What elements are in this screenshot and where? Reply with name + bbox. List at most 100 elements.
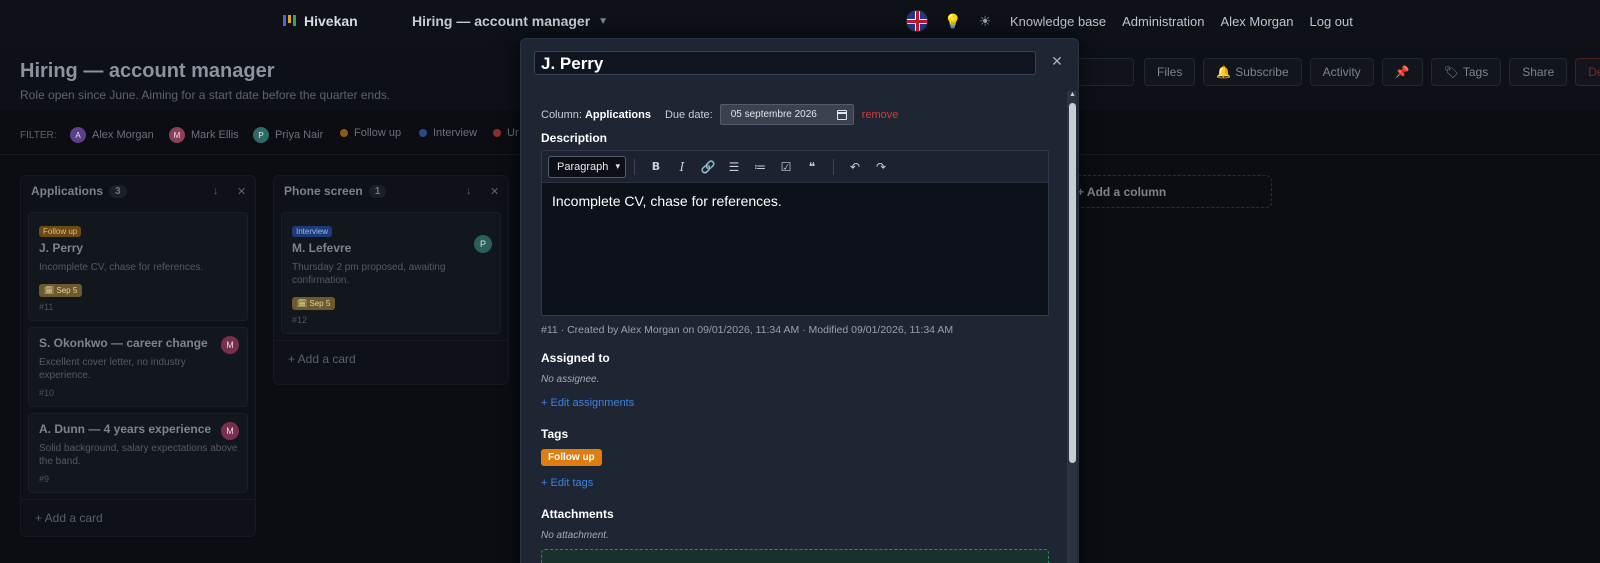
delete-board-button[interactable]: Delete xyxy=(1575,58,1600,86)
tag-color-dot xyxy=(340,129,348,137)
attachments-heading: Attachments xyxy=(541,507,614,521)
files-button[interactable]: Files xyxy=(1144,58,1196,86)
filter-chip-urgent[interactable]: Ur xyxy=(493,127,519,139)
filter-label: FILTER: xyxy=(20,130,57,141)
column-value: Applications xyxy=(584,108,651,121)
card-s-okonkwo[interactable]: S. Okonkwo — career change Excellent cov… xyxy=(28,327,248,407)
column-applications: Applications 3 ↓ ✕ Follow up J. Perry In… xyxy=(20,175,256,537)
column-phone-screen: Phone screen 1 ↓ ✕ Interview M. Lefevre … xyxy=(273,175,509,385)
add-card-button[interactable]: + Add a card xyxy=(274,340,508,376)
card-title: J. Perry xyxy=(39,241,84,255)
card-j-perry[interactable]: Follow up J. Perry Incomplete CV, chase … xyxy=(28,212,248,321)
board-switcher[interactable]: Hiring — account manager ▼ xyxy=(412,13,608,29)
chevron-down-icon: ▼ xyxy=(598,15,609,27)
card-description: Incomplete CV, chase for references. xyxy=(39,262,204,273)
calendar-icon[interactable] xyxy=(836,109,847,120)
scrollbar-thumb[interactable] xyxy=(1069,103,1076,463)
filter-chip-alex-morgan[interactable]: A Alex Morgan xyxy=(70,127,154,143)
link-icon[interactable]: 🔗 xyxy=(695,160,721,174)
card-description: Thursday 2 pm proposed, awaiting confirm… xyxy=(292,262,446,286)
logo-icon xyxy=(283,15,296,27)
description-text[interactable]: Incomplete CV, chase for references. xyxy=(542,183,1048,219)
avatar: A xyxy=(70,127,86,143)
card-title-input[interactable]: J. Perry xyxy=(534,51,1036,75)
sort-icon[interactable]: ↓ xyxy=(466,185,472,197)
app-name: Hivekan xyxy=(304,13,358,29)
nav-link-knowledge-base[interactable]: Knowledge base xyxy=(1010,14,1106,29)
tag-follow-up[interactable]: Follow up xyxy=(541,449,602,466)
paragraph-style-value: Paragraph xyxy=(557,160,609,173)
add-column-button[interactable]: + Add a column xyxy=(1062,175,1272,208)
filter-chip-label: Ur xyxy=(507,127,519,139)
edit-tags-link[interactable]: + Edit tags xyxy=(541,477,593,489)
board-name: Hiring — account manager xyxy=(412,13,591,29)
no-assignee-text: No assignee. xyxy=(541,374,600,385)
app-logo[interactable]: Hivekan xyxy=(283,13,358,29)
tags-button[interactable]: 🏷 Tags xyxy=(1430,58,1502,86)
card-m-lefevre[interactable]: Interview M. Lefevre Thursday 2 pm propo… xyxy=(281,212,501,334)
tags-label: Tags xyxy=(1462,65,1489,79)
lightbulb-icon[interactable]: 💡 xyxy=(944,13,962,30)
assigned-heading: Assigned to xyxy=(541,351,610,365)
column-header[interactable]: Phone screen 1 xyxy=(274,176,508,206)
nav-right: 💡 ☀ Knowledge base Administration Alex M… xyxy=(906,9,1353,33)
card-id: #12 xyxy=(292,315,308,325)
edit-assignments-link[interactable]: + Edit assignments xyxy=(541,397,634,409)
italic-icon[interactable]: I xyxy=(669,160,695,174)
tags-heading: Tags xyxy=(541,427,569,441)
card-description: Excellent cover letter, no industry expe… xyxy=(39,357,186,381)
page-subtitle: Role open since June. Aiming for a start… xyxy=(20,88,391,102)
card-tag: Interview xyxy=(292,226,333,237)
filter-chip-interview[interactable]: Interview xyxy=(419,127,477,139)
card-title: M. Lefevre xyxy=(292,241,352,255)
card-id: #11 xyxy=(39,302,54,312)
nav-link-user[interactable]: Alex Morgan xyxy=(1221,14,1294,29)
close-icon[interactable]: ✕ xyxy=(237,185,246,198)
due-date-badge: 🗓 Sep 5 xyxy=(292,297,336,310)
paragraph-style-select[interactable]: Paragraph ▾ xyxy=(548,155,626,178)
chevron-down-icon: ▾ xyxy=(615,161,620,171)
undo-icon[interactable]: ↶ xyxy=(842,160,868,174)
subscribe-button[interactable]: 🔔 Subscribe xyxy=(1203,58,1302,86)
remove-due-date-link[interactable]: remove xyxy=(862,109,899,121)
sort-icon[interactable]: ↓ xyxy=(213,185,219,197)
activity-button[interactable]: Activity xyxy=(1309,58,1374,86)
column-header[interactable]: Applications 3 xyxy=(21,176,255,206)
nav-link-administration[interactable]: Administration xyxy=(1122,14,1204,29)
card-meta-row: Column: Applications Due date: 05 septem… xyxy=(541,104,898,125)
card-info-line: #11 · Created by Alex Morgan on 09/01/20… xyxy=(541,324,954,336)
nav-link-logout[interactable]: Log out xyxy=(1310,14,1353,29)
page-title: Hiring — account manager xyxy=(20,60,275,82)
close-icon[interactable]: ✕ xyxy=(490,185,499,198)
redo-icon[interactable]: ↷ xyxy=(868,160,894,174)
column-title: Applications xyxy=(31,184,104,198)
share-button[interactable]: Share xyxy=(1509,58,1568,86)
filter-chip-priya-nair[interactable]: P Priya Nair xyxy=(253,127,323,143)
due-date-label: Due date: xyxy=(664,108,713,121)
pin-icon: 📌 xyxy=(1394,65,1410,79)
close-icon[interactable]: ✕ xyxy=(1048,53,1066,71)
scroll-up-icon[interactable]: ▲ xyxy=(1069,91,1076,98)
sun-icon[interactable]: ☀ xyxy=(976,13,994,30)
column-title: Phone screen xyxy=(284,184,363,198)
column-label: Column: xyxy=(541,108,582,121)
attachment-dropzone[interactable] xyxy=(541,549,1049,563)
filter-chip-mark-ellis[interactable]: M Mark Ellis xyxy=(169,127,239,143)
subscribe-label: Subscribe xyxy=(1235,65,1289,79)
bullet-list-icon[interactable]: ☰ xyxy=(721,160,747,174)
add-card-button[interactable]: + Add a card xyxy=(21,499,255,535)
uk-flag-icon[interactable] xyxy=(906,10,928,32)
numbered-list-icon[interactable]: ≔ xyxy=(747,160,773,174)
quote-icon[interactable]: ❝ xyxy=(799,160,825,174)
filter-chip-follow-up[interactable]: Follow up xyxy=(340,127,401,139)
tag-color-dot xyxy=(419,129,427,137)
description-editor[interactable]: Paragraph ▾ B I 🔗 ☰ ≔ ☑ ❝ ↶ ↷ Incomplete… xyxy=(541,150,1049,316)
card-id: #9 xyxy=(39,474,50,484)
due-date-input[interactable]: 05 septembre 2026 xyxy=(719,104,854,125)
bold-icon[interactable]: B xyxy=(643,160,669,173)
checklist-icon[interactable]: ☑ xyxy=(773,160,799,174)
card-title: S. Okonkwo — career change xyxy=(39,336,208,350)
card-a-dunn[interactable]: A. Dunn — 4 years experience Solid backg… xyxy=(28,413,248,493)
column-count: 1 xyxy=(368,184,387,198)
pin-button[interactable]: 📌 xyxy=(1381,58,1423,86)
